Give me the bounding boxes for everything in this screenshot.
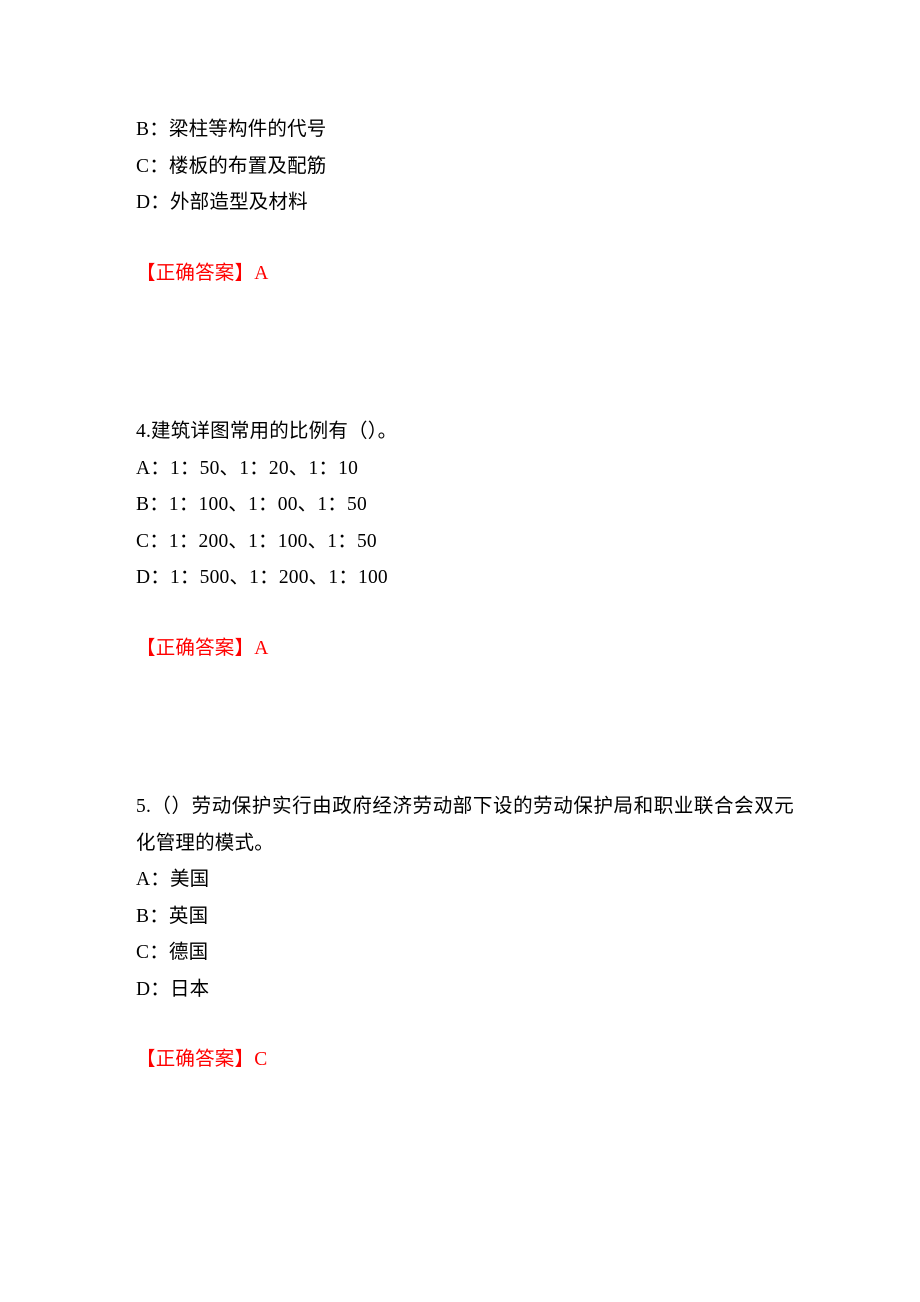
question-stem-5: 5.（）劳动保护实行由政府经济劳动部下设的劳动保护局和职业联合会双元化管理的模式… <box>136 796 794 854</box>
correct-answer-line: 【正确答案】A <box>136 631 796 668</box>
question-block-4: 4.建筑详图常用的比例有（）。 A：1：50、1：20、1：10 B：1：100… <box>136 414 796 667</box>
option-a[interactable]: A：美国 <box>136 862 794 899</box>
option-c[interactable]: C：1：200、1：100、1：50 <box>136 524 796 561</box>
correct-answer-line: 【正确答案】C <box>136 1042 794 1079</box>
option-list: B：梁柱等构件的代号 C：楼板的布置及配筋 D：外部造型及材料 <box>136 112 796 222</box>
option-list: A：1：50、1：20、1：10 B：1：100、1：00、1：50 C：1：2… <box>136 451 796 597</box>
correct-answer-label: 【正确答案】 <box>136 262 255 284</box>
option-b[interactable]: B：英国 <box>136 899 794 936</box>
option-a[interactable]: A：1：50、1：20、1：10 <box>136 451 796 488</box>
correct-answer-value: C <box>254 1049 268 1070</box>
question-block-5: 5.（）劳动保护实行由政府经济劳动部下设的劳动保护局和职业联合会双元化管理的模式… <box>136 789 794 1079</box>
option-d[interactable]: D：日本 <box>136 972 794 1009</box>
option-list: A：美国 B：英国 C：德国 D：日本 <box>136 862 794 1008</box>
correct-answer-value: A <box>254 637 269 659</box>
correct-answer-label: 【正确答案】 <box>136 637 255 659</box>
option-c[interactable]: C：德国 <box>136 935 794 972</box>
option-b[interactable]: B：1：100、1：00、1：50 <box>136 487 796 524</box>
option-d[interactable]: D：1：500、1：200、1：100 <box>136 560 796 597</box>
option-b[interactable]: B：梁柱等构件的代号 <box>136 112 796 149</box>
correct-answer-line: 【正确答案】A <box>136 256 796 293</box>
document-page: B：梁柱等构件的代号 C：楼板的布置及配筋 D：外部造型及材料 【正确答案】A … <box>0 0 920 1302</box>
correct-answer-value: A <box>254 262 269 284</box>
correct-answer-label: 【正确答案】 <box>136 1049 255 1070</box>
option-c[interactable]: C：楼板的布置及配筋 <box>136 149 796 186</box>
option-d[interactable]: D：外部造型及材料 <box>136 185 796 222</box>
question-stem-4: 4.建筑详图常用的比例有（）。 <box>136 421 398 442</box>
question-block-partial: B：梁柱等构件的代号 C：楼板的布置及配筋 D：外部造型及材料 【正确答案】A <box>136 112 796 292</box>
